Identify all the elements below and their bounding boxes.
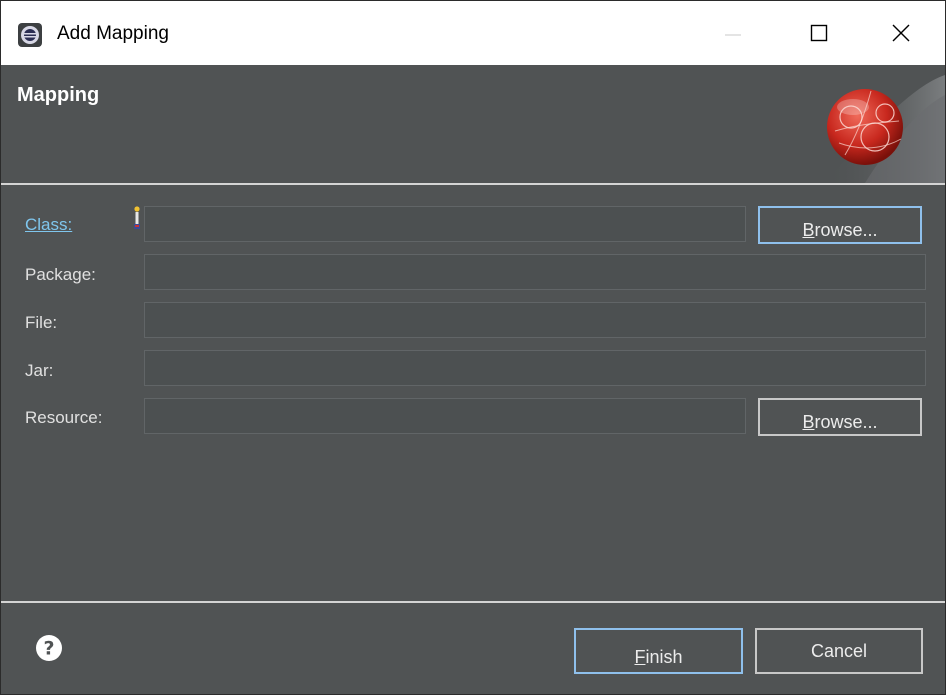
package-input[interactable] — [144, 254, 926, 290]
resource-label: Resource: — [25, 408, 103, 427]
title-bar: Add Mapping — [1, 1, 945, 65]
class-link[interactable]: Class: — [25, 215, 72, 235]
finish-button[interactable]: Finish — [574, 628, 743, 674]
browse-resource-button[interactable]: Browse... — [758, 398, 922, 436]
file-label: File: — [25, 313, 58, 332]
mapping-sphere-icon — [825, 75, 945, 183]
svg-text:?: ? — [43, 638, 54, 660]
add-mapping-dialog: Add Mapping Mapping Class: Browse... Pac… — [0, 0, 946, 695]
file-input[interactable] — [144, 302, 926, 338]
banner-separator — [1, 183, 945, 185]
wizard-banner: Mapping — [1, 65, 945, 183]
maximize-icon — [810, 24, 828, 42]
eclipse-icon — [18, 23, 42, 47]
close-icon — [892, 24, 910, 42]
help-icon[interactable]: ? — [34, 633, 64, 663]
package-label: Package: — [25, 265, 96, 284]
minimize-icon — [725, 34, 741, 36]
jar-input[interactable] — [144, 350, 926, 386]
cancel-button[interactable]: Cancel — [755, 628, 923, 674]
banner-title: Mapping — [17, 84, 100, 106]
required-field-marker-icon — [134, 206, 140, 229]
resource-input[interactable] — [144, 398, 746, 434]
close-button[interactable] — [881, 18, 921, 48]
jar-label: Jar: — [25, 361, 54, 380]
browse-class-button[interactable]: Browse... — [758, 206, 922, 244]
footer-separator — [1, 601, 945, 603]
class-input[interactable] — [144, 206, 746, 242]
minimize-button[interactable] — [713, 18, 753, 48]
maximize-button[interactable] — [799, 18, 839, 48]
window-title: Add Mapping — [57, 23, 169, 44]
